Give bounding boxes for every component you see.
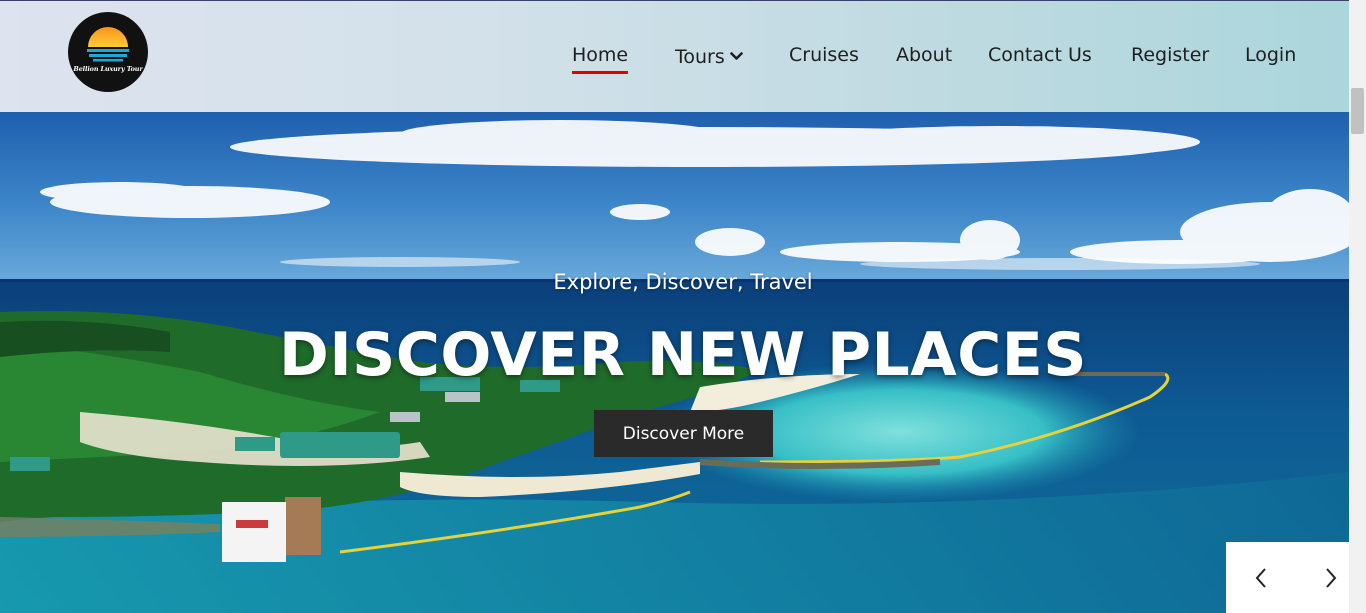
- site-logo[interactable]: Bellion Luxury Tour: [68, 12, 148, 92]
- slider-controls: [1226, 542, 1349, 613]
- nav-register-link[interactable]: Register: [1131, 44, 1209, 72]
- site-header: Bellion Luxury Tour Home Tours Cruises A…: [0, 0, 1349, 112]
- chevron-right-icon[interactable]: [1318, 564, 1342, 592]
- sunset-over-water-icon: [87, 27, 129, 62]
- nav-tours-link[interactable]: Tours: [675, 44, 743, 72]
- page: Bellion Luxury Tour Home Tours Cruises A…: [0, 0, 1366, 613]
- page-scrollbar[interactable]: [1349, 0, 1366, 613]
- nav-home-link[interactable]: Home: [572, 44, 629, 74]
- logo-text: Bellion Luxury Tour: [73, 65, 143, 73]
- chevron-down-icon: [729, 44, 743, 66]
- scrollbar-thumb[interactable]: [1351, 88, 1364, 134]
- nav-tours-label: Tours: [675, 46, 725, 68]
- hero-subtitle: Explore, Discover, Travel: [553, 270, 813, 294]
- discover-more-button[interactable]: Discover More: [594, 410, 773, 457]
- nav-contact-link[interactable]: Contact Us: [988, 44, 1092, 72]
- hero-title: DISCOVER NEW PLACES: [279, 320, 1087, 390]
- nav-about-link[interactable]: About: [896, 44, 952, 72]
- nav-login-link[interactable]: Login: [1245, 44, 1296, 72]
- chevron-left-icon[interactable]: [1250, 564, 1274, 592]
- nav-cruises-link[interactable]: Cruises: [789, 44, 859, 72]
